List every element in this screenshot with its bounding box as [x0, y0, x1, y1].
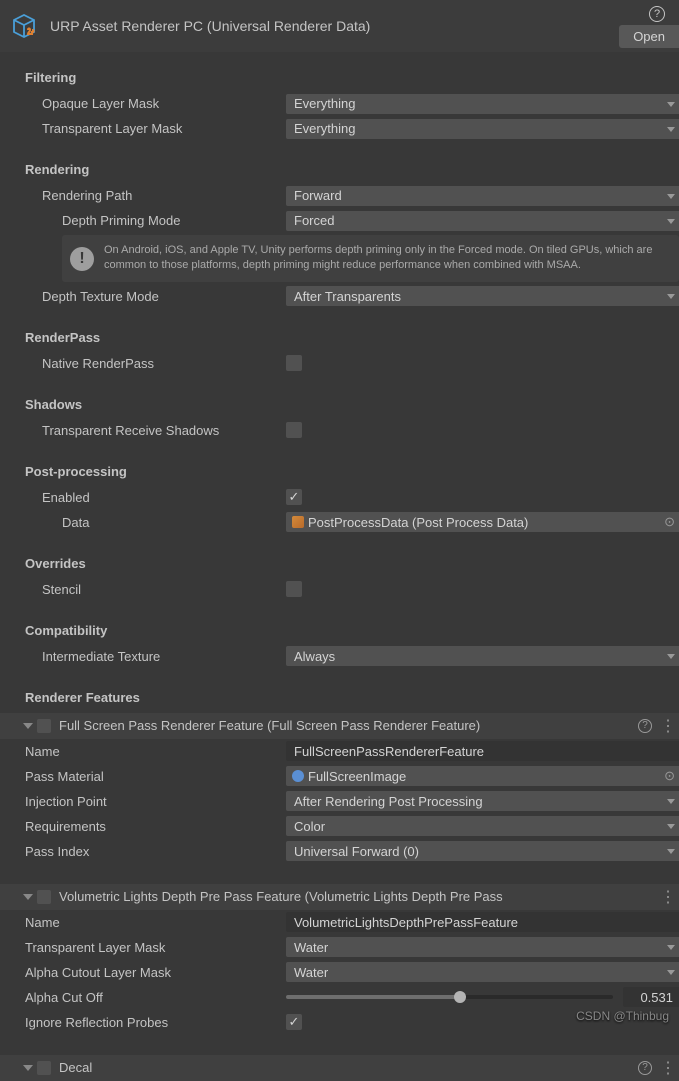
transparent-mask-label: Transparent Layer Mask — [42, 121, 286, 136]
f2-name-label: Name — [25, 915, 286, 930]
depth-texture-dropdown[interactable]: After Transparents — [286, 286, 679, 306]
f2-irp-label: Ignore Reflection Probes — [25, 1015, 286, 1030]
f2-alphacutoff-value[interactable]: 0.531 — [623, 987, 679, 1007]
f2-name-input[interactable]: VolumetricLightsDepthPrePassFeature — [286, 912, 679, 932]
intermediate-texture-label: Intermediate Texture — [42, 649, 286, 664]
transparent-shadows-label: Transparent Receive Shadows — [42, 423, 286, 438]
native-renderpass-checkbox[interactable] — [286, 355, 302, 371]
depth-texture-label: Depth Texture Mode — [42, 289, 286, 304]
feature-enable-checkbox[interactable] — [37, 719, 51, 733]
pp-data-field[interactable]: PostProcessData (Post Process Data) — [286, 512, 679, 532]
f1-material-label: Pass Material — [25, 769, 286, 784]
f2-aclm-dropdown[interactable]: Water — [286, 962, 679, 982]
pp-data-label: Data — [62, 515, 286, 530]
warning-icon: ! — [70, 247, 94, 271]
postprocess-asset-icon — [292, 516, 304, 528]
feature-volumetric-header[interactable]: Volumetric Lights Depth Pre Pass Feature… — [0, 884, 679, 910]
section-overrides: Overrides — [0, 550, 679, 577]
help-icon[interactable]: ? — [649, 6, 665, 22]
section-filtering: Filtering — [0, 64, 679, 91]
kebab-menu-icon[interactable]: ⋮ — [660, 1058, 675, 1078]
kebab-menu-icon[interactable]: ⋮ — [660, 887, 675, 907]
feature-fullscreen-header[interactable]: Full Screen Pass Renderer Feature (Full … — [0, 713, 679, 739]
section-compatibility: Compatibility — [0, 617, 679, 644]
feature-decal-header[interactable]: Decal ? ⋮ — [0, 1055, 679, 1081]
f1-injection-label: Injection Point — [25, 794, 286, 809]
feature-enable-checkbox[interactable] — [37, 1061, 51, 1075]
kebab-menu-icon[interactable]: ⋮ — [660, 716, 675, 736]
slider-handle[interactable] — [454, 991, 466, 1003]
f1-passindex-dropdown[interactable]: Universal Forward (0) — [286, 841, 679, 861]
feature-title: Volumetric Lights Depth Pre Pass Feature… — [59, 889, 660, 904]
transparent-mask-dropdown[interactable]: Everything — [286, 119, 679, 139]
f1-material-field[interactable]: FullScreenImage — [286, 766, 679, 786]
material-icon — [292, 770, 304, 782]
opaque-mask-dropdown[interactable]: Everything — [286, 94, 679, 114]
f1-requirements-dropdown[interactable]: Color — [286, 816, 679, 836]
section-renderer-features: Renderer Features — [0, 684, 679, 711]
section-postprocessing: Post-processing — [0, 458, 679, 485]
foldout-icon[interactable] — [23, 894, 33, 900]
f2-alphacutoff-slider[interactable] — [286, 995, 613, 999]
intermediate-texture-dropdown[interactable]: Always — [286, 646, 679, 666]
transparent-shadows-checkbox[interactable] — [286, 422, 302, 438]
f1-name-label: Name — [25, 744, 286, 759]
asset-icon — [8, 10, 40, 42]
pp-data-value: PostProcessData (Post Process Data) — [308, 515, 528, 530]
feature-title: Decal — [59, 1060, 638, 1075]
native-renderpass-label: Native RenderPass — [42, 356, 286, 371]
section-renderpass: RenderPass — [0, 324, 679, 351]
f2-aclm-label: Alpha Cutout Layer Mask — [25, 965, 286, 980]
rendering-path-dropdown[interactable]: Forward — [286, 186, 679, 206]
foldout-icon[interactable] — [23, 723, 33, 729]
f1-injection-dropdown[interactable]: After Rendering Post Processing — [286, 791, 679, 811]
f1-requirements-label: Requirements — [25, 819, 286, 834]
foldout-icon[interactable] — [23, 1065, 33, 1071]
info-text: On Android, iOS, and Apple TV, Unity per… — [104, 243, 671, 274]
info-box: ! On Android, iOS, and Apple TV, Unity p… — [62, 235, 679, 282]
stencil-label: Stencil — [42, 582, 286, 597]
open-button[interactable]: Open — [619, 25, 679, 48]
f1-material-value: FullScreenImage — [308, 769, 406, 784]
rendering-path-label: Rendering Path — [42, 188, 286, 203]
section-shadows: Shadows — [0, 391, 679, 418]
asset-title: URP Asset Renderer PC (Universal Rendere… — [50, 18, 671, 34]
opaque-mask-label: Opaque Layer Mask — [42, 96, 286, 111]
f1-passindex-label: Pass Index — [25, 844, 286, 859]
help-icon[interactable]: ? — [638, 1061, 652, 1075]
f1-name-input[interactable]: FullScreenPassRendererFeature — [286, 741, 679, 761]
f2-alphacutoff-label: Alpha Cut Off — [25, 990, 286, 1005]
depth-priming-label: Depth Priming Mode — [62, 213, 286, 228]
f2-tlm-label: Transparent Layer Mask — [25, 940, 286, 955]
depth-priming-dropdown[interactable]: Forced — [286, 211, 679, 231]
stencil-checkbox[interactable] — [286, 581, 302, 597]
f2-tlm-dropdown[interactable]: Water — [286, 937, 679, 957]
feature-enable-checkbox[interactable] — [37, 890, 51, 904]
watermark: CSDN @Thinbug — [576, 1009, 669, 1023]
pp-enabled-label: Enabled — [42, 490, 286, 505]
help-icon[interactable]: ? — [638, 719, 652, 733]
f2-irp-checkbox[interactable] — [286, 1014, 302, 1030]
pp-enabled-checkbox[interactable] — [286, 489, 302, 505]
section-rendering: Rendering — [0, 156, 679, 183]
feature-title: Full Screen Pass Renderer Feature (Full … — [59, 718, 638, 733]
inspector-header: URP Asset Renderer PC (Universal Rendere… — [0, 0, 679, 52]
